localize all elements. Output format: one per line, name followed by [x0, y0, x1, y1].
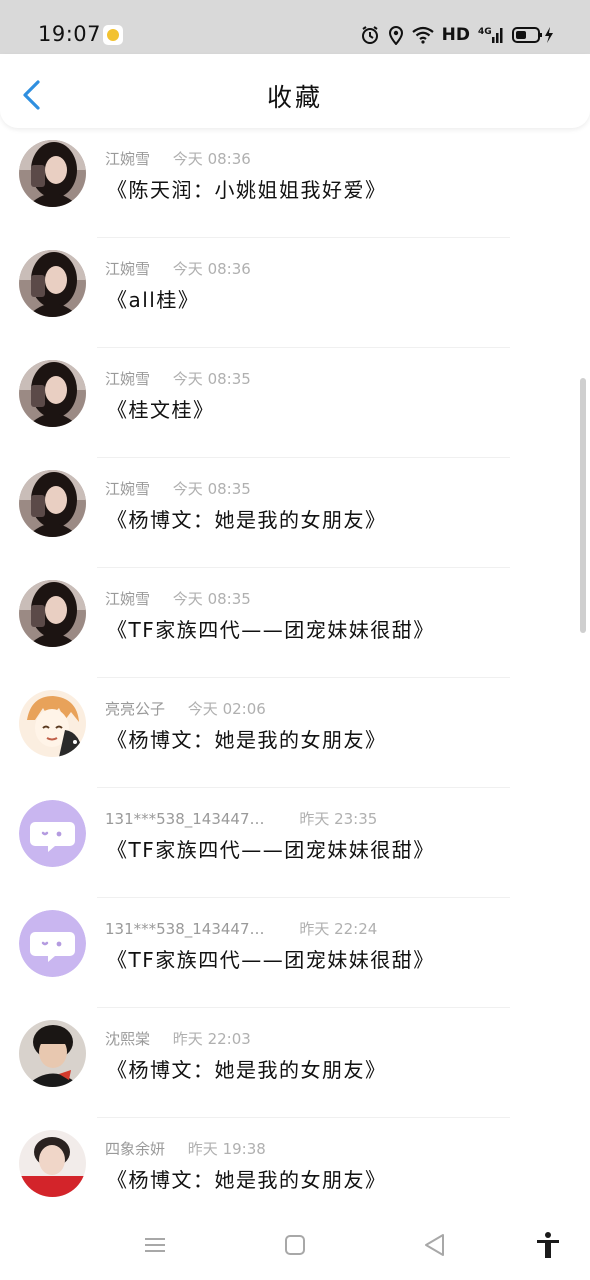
boy-photo-avatar-icon: [19, 1020, 86, 1087]
notification-app-icon: [103, 25, 123, 45]
list-item[interactable]: 江婉雪 今天 08:36 《all桂》: [0, 238, 590, 348]
item-title: 《杨博文：她是我的女朋友》: [107, 1168, 387, 1192]
avatar: [19, 140, 86, 207]
item-title: 《陈天润：小姚姐姐我好爱》: [107, 178, 387, 202]
back-triangle-icon: [425, 1234, 444, 1256]
item-sender: 131***538_143447…: [105, 810, 265, 828]
item-meta: 四象余妍 昨天 19:38: [105, 1138, 266, 1159]
item-sender: 131***538_143447…: [105, 920, 265, 938]
item-time: 昨天 22:24: [299, 920, 378, 938]
battery-icon: [512, 26, 554, 44]
item-time: 昨天 19:38: [187, 1140, 266, 1158]
item-time: 今天 08:35: [172, 480, 251, 498]
item-sender: 江婉雪: [105, 260, 151, 278]
item-title: 《杨博文：她是我的女朋友》: [107, 1058, 387, 1082]
item-title: 《TF家族四代——团宠妹妹很甜》: [107, 618, 435, 642]
cellular-signal-icon: 4G: [478, 25, 504, 45]
accessibility-icon: [537, 1232, 559, 1258]
status-bar: 19:07 HD 4G: [0, 0, 590, 54]
item-title: 《桂文桂》: [107, 398, 215, 422]
item-sender: 沈熙棠: [105, 1030, 151, 1048]
chat-bubble-avatar-icon: [19, 910, 86, 977]
system-nav-bar: [0, 1212, 590, 1280]
item-time: 今天 08:35: [172, 370, 251, 388]
item-title: 《all桂》: [107, 288, 200, 312]
home-button[interactable]: [280, 1230, 310, 1260]
list-item[interactable]: 沈熙棠 昨天 22:03 《杨博文：她是我的女朋友》: [0, 1008, 590, 1118]
avatar: [19, 250, 86, 317]
header-bar: 收藏: [0, 54, 590, 128]
avatar: [19, 1130, 86, 1197]
item-time: 昨天 22:03: [172, 1030, 251, 1048]
item-time: 今天 08:36: [172, 150, 251, 168]
list-item[interactable]: 131***538_143447… 昨天 23:35 《TF家族四代——团宠妹妹…: [0, 788, 590, 898]
girl-photo-avatar-icon: [19, 360, 86, 427]
item-time: 今天 02:06: [187, 700, 266, 718]
menu-button[interactable]: [140, 1230, 170, 1260]
scrollbar-thumb[interactable]: [580, 378, 586, 633]
list-item[interactable]: 江婉雪 今天 08:36 《陈天润：小姚姐姐我好爱》: [0, 128, 590, 238]
item-sender: 江婉雪: [105, 370, 151, 388]
anime-boy-avatar-icon: [19, 690, 86, 757]
avatar: [19, 910, 86, 977]
item-title: 《杨博文：她是我的女朋友》: [107, 508, 387, 532]
item-title: 《TF家族四代——团宠妹妹很甜》: [107, 838, 435, 862]
status-time: 19:07: [38, 22, 102, 46]
list-item[interactable]: 江婉雪 今天 08:35 《TF家族四代——团宠妹妹很甜》: [0, 568, 590, 678]
item-time: 今天 08:36: [172, 260, 251, 278]
system-back-button[interactable]: [420, 1230, 450, 1260]
item-sender: 江婉雪: [105, 480, 151, 498]
item-meta: 131***538_143447… 昨天 23:35: [105, 808, 377, 829]
list-item[interactable]: 江婉雪 今天 08:35 《桂文桂》: [0, 348, 590, 458]
item-meta: 131***538_143447… 昨天 22:24: [105, 918, 377, 939]
girl-photo-avatar-icon: [19, 140, 86, 207]
item-meta: 江婉雪 今天 08:35: [105, 478, 251, 499]
status-icons: HD 4G: [360, 22, 554, 48]
wifi-icon: [411, 26, 434, 44]
svg-text:4G: 4G: [478, 27, 492, 37]
item-sender: 江婉雪: [105, 150, 151, 168]
avatar: [19, 690, 86, 757]
item-meta: 江婉雪 今天 08:36: [105, 148, 251, 169]
avatar: [19, 580, 86, 647]
item-meta: 江婉雪 今天 08:36: [105, 258, 251, 279]
item-sender: 亮亮公子: [105, 700, 166, 718]
item-meta: 亮亮公子 今天 02:06: [105, 698, 266, 719]
item-meta: 沈熙棠 昨天 22:03: [105, 1028, 251, 1049]
hd-indicator: HD: [441, 25, 470, 45]
alarm-icon: [360, 25, 380, 45]
girl-photo-avatar-icon: [19, 580, 86, 647]
item-time: 昨天 23:35: [299, 810, 378, 828]
item-meta: 江婉雪 今天 08:35: [105, 588, 251, 609]
location-icon: [388, 25, 404, 45]
menu-icon: [145, 1238, 165, 1252]
girl-photo-avatar-icon: [19, 250, 86, 317]
item-title: 《杨博文：她是我的女朋友》: [107, 728, 387, 752]
avatar: [19, 470, 86, 537]
item-sender: 四象余妍: [105, 1140, 166, 1158]
chat-bubble-avatar-icon: [19, 800, 86, 867]
item-meta: 江婉雪 今天 08:35: [105, 368, 251, 389]
avatar: [19, 800, 86, 867]
item-title: 《TF家族四代——团宠妹妹很甜》: [107, 948, 435, 972]
avatar: [19, 1020, 86, 1087]
list-item[interactable]: 131***538_143447… 昨天 22:24 《TF家族四代——团宠妹妹…: [0, 898, 590, 1008]
page-title: 收藏: [266, 83, 323, 112]
accessibility-button[interactable]: [533, 1230, 563, 1260]
item-time: 今天 08:35: [172, 590, 251, 608]
list-item[interactable]: 亮亮公子 今天 02:06 《杨博文：她是我的女朋友》: [0, 678, 590, 788]
list-item[interactable]: 江婉雪 今天 08:35 《杨博文：她是我的女朋友》: [0, 458, 590, 568]
boy-red-avatar-icon: [19, 1130, 86, 1197]
girl-photo-avatar-icon: [19, 470, 86, 537]
avatar: [19, 360, 86, 427]
home-square-icon: [285, 1235, 305, 1255]
item-sender: 江婉雪: [105, 590, 151, 608]
